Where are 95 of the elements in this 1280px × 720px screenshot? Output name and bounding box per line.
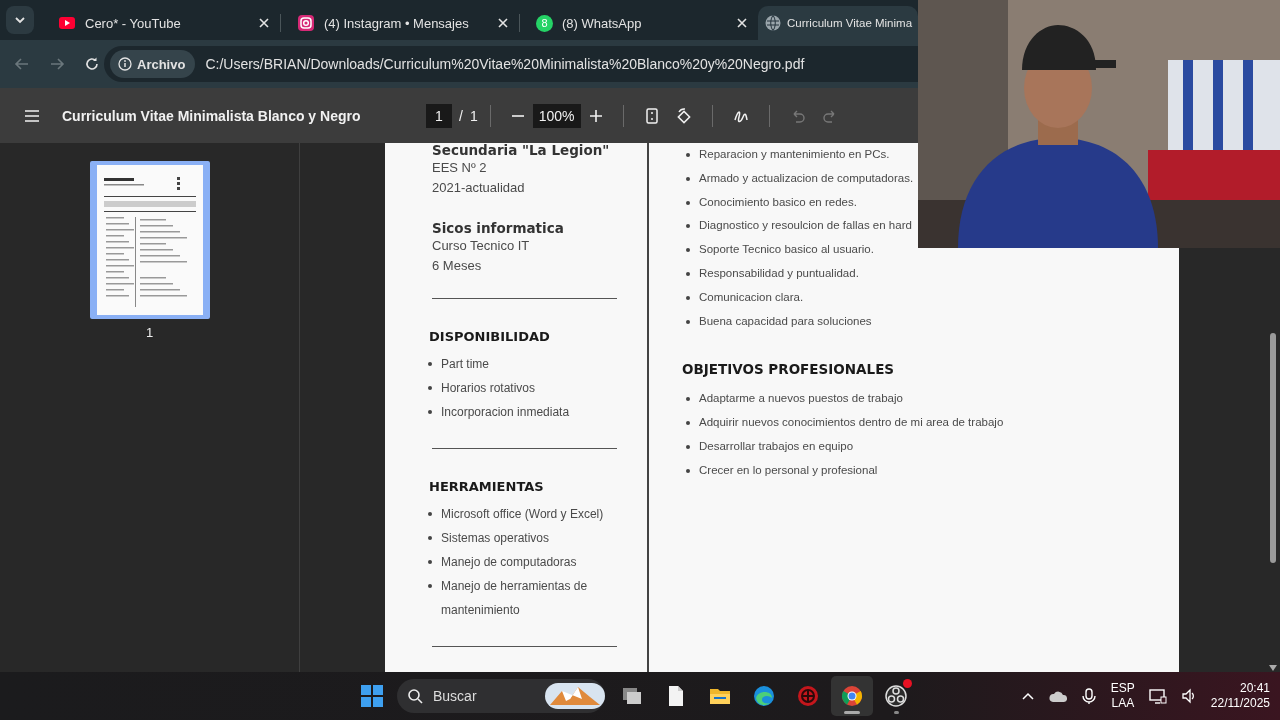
bullet-dot (428, 362, 432, 366)
zoom-level-field[interactable]: 100% (532, 103, 581, 128)
browser-tab[interactable]: (4) Instagram • Mensajes (281, 6, 519, 40)
bullet-dot (686, 319, 690, 324)
list-item-text: Horarios rotativos (441, 380, 536, 397)
section-heading: OBJETIVOS PROFESIONALES (682, 361, 896, 378)
info-icon (118, 57, 132, 71)
fit-page-icon[interactable] (643, 107, 660, 124)
list-item-text: Adaptarme a nuevos puestos de trabajo (699, 391, 903, 407)
page-number: 1 (145, 325, 154, 340)
entry-heading: Secundaria "La Legion" (432, 143, 611, 158)
bullet-dot (686, 176, 690, 181)
clock[interactable]: 20:41 22/11/2025 (1210, 681, 1270, 711)
network-icon[interactable] (1148, 687, 1167, 705)
chat-badge: 8 (536, 14, 553, 32)
bullet-dot (686, 421, 690, 426)
zoom-in-icon[interactable] (588, 108, 603, 123)
bullet-dot (428, 512, 432, 516)
list-item-text: Microsoft office (Word y Excel) (441, 506, 604, 523)
tab-title: (4) Instagram • Mensajes (324, 15, 470, 31)
document-title: Curriculum Vitae Minimalista Blanco y Negro (62, 107, 362, 124)
list-item-text: Adquirir nuevos conocimientos dentro de mi area de trabajo (699, 415, 1004, 431)
list-item-text: Soporte Tecnico basico al usuario. (699, 242, 874, 258)
list-item-text: Part time (441, 356, 489, 373)
globe-icon (764, 14, 782, 32)
bullet-dot (686, 444, 690, 449)
browser-icon (752, 684, 776, 708)
bullet-dot (428, 584, 432, 588)
list-item-text: Conocimiento basico en redes. (699, 194, 857, 210)
entry-detail: 2021-actualidad (432, 179, 526, 197)
list-item-text: Armado y actualizacion de computadoras. (699, 170, 914, 186)
bullet-dot (686, 468, 690, 473)
recorder-icon (884, 684, 908, 708)
browser-icon (840, 684, 864, 708)
browser-tab[interactable]: Cero* - YouTube (42, 6, 280, 40)
bullet-dot (428, 536, 432, 540)
list-item-text: Sistemas operativos (441, 530, 550, 547)
section-heading: DISPONIBILIDAD (429, 329, 551, 344)
browser-tab[interactable]: 8 (8) WhatsApp (520, 6, 758, 40)
windows-start-icon[interactable] (361, 685, 383, 707)
close-icon[interactable] (497, 17, 509, 29)
list-item-text: Comunicacion clara. (699, 289, 804, 305)
tab-title: Curriculum Vitae Minima (787, 17, 914, 29)
list-item-text: Crecer en lo personal y profesional (699, 462, 878, 478)
microphone-icon[interactable] (1080, 687, 1097, 705)
page-thumbnail[interactable] (89, 161, 210, 319)
bullet-dot (686, 295, 690, 300)
browser-tab[interactable]: Curriculum Vitae Minima (758, 6, 918, 40)
bullet-dot (686, 272, 690, 276)
chevron-up-icon[interactable] (1020, 690, 1035, 702)
camera-icon (297, 14, 315, 32)
menu-icon[interactable] (24, 107, 40, 124)
list-item-text: Desarrollar trabajos en equipo (699, 438, 854, 454)
list-item-text: Diagnostico y resoulcion de fallas en hard (699, 218, 912, 234)
tab-list-button[interactable] (6, 6, 34, 34)
bullet-dot (686, 397, 690, 402)
page-number-field[interactable]: 1 (426, 103, 452, 128)
video-play-icon (58, 14, 76, 32)
list-item-text: Reparacion y mantenimiento en PCs. (699, 147, 890, 162)
forward-icon[interactable] (49, 56, 65, 72)
input-language-button[interactable]: ESP LAA (1110, 681, 1135, 711)
entry-heading: Sicos informatica (432, 220, 565, 236)
tab-title: (8) WhatsApp (562, 15, 643, 31)
shield-icon (796, 684, 820, 708)
rotate-icon[interactable] (675, 107, 692, 124)
site-info-chip[interactable]: Archivo (110, 50, 196, 78)
page-total: 1 (469, 107, 478, 124)
list-item-text: Responsabilidad y puntualidad. (699, 266, 859, 281)
search-icon (407, 688, 423, 704)
landscape-icon (545, 683, 605, 709)
section-heading: HERRAMIENTAS (429, 479, 545, 494)
speaker-icon[interactable] (1180, 688, 1197, 704)
list-item-text: Incorporacion inmediata (441, 404, 570, 421)
list-item-text: Manejo de herramientas de mantenimiento (441, 578, 589, 619)
reload-icon[interactable] (84, 56, 100, 72)
close-icon[interactable] (736, 17, 748, 29)
list-item-text: Manejo de computadoras (441, 554, 577, 571)
bullet-dot (428, 386, 432, 390)
bullet-dot (686, 153, 690, 157)
bullet-dot (428, 560, 432, 564)
entry-detail: 6 Meses (432, 257, 483, 275)
bullet-dot (428, 410, 432, 414)
entry-detail: EES Nº 2 (432, 159, 488, 177)
search-field[interactable]: Buscar (397, 679, 605, 713)
bullet-dot (686, 248, 690, 253)
entry-detail: Curso Tecnico IT (432, 237, 531, 255)
bullet-dot (686, 224, 690, 229)
address-field[interactable]: C:/Users/BRIAN/Downloads/Curriculum%20Vitae%20Minimalista%20Blanco%20y%20Negro.pdf (205, 56, 805, 72)
taskbar-app-button[interactable] (831, 676, 873, 716)
tab-title: Cero* - YouTube (85, 15, 182, 31)
bullet-dot (686, 200, 690, 205)
page-separator: / (459, 107, 463, 124)
close-icon[interactable] (258, 17, 270, 29)
list-item-text: Buena capacidad para soluciones (699, 313, 872, 329)
back-icon[interactable] (14, 56, 30, 72)
